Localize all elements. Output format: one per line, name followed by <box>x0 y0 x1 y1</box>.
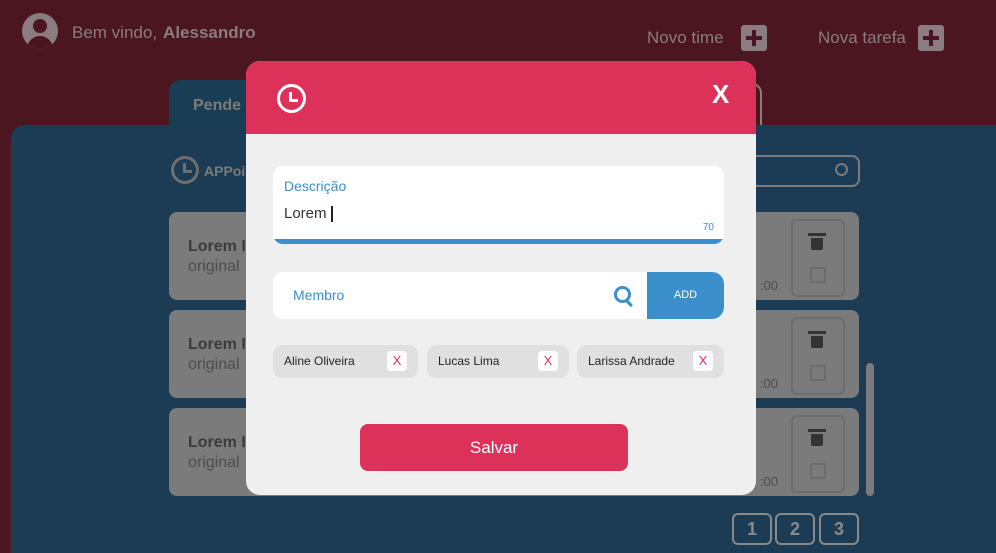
task-subtitle: original <box>188 258 240 275</box>
page-button-3[interactable]: 3 <box>819 513 859 545</box>
description-underline <box>273 239 724 244</box>
complete-checkbox[interactable] <box>810 365 826 381</box>
task-subtitle: original <box>188 356 240 373</box>
search-icon[interactable] <box>614 286 631 303</box>
trash-icon[interactable] <box>808 233 826 250</box>
save-button[interactable]: Salvar <box>360 424 628 471</box>
char-counter: 70 <box>702 222 714 233</box>
clock-logo-icon <box>171 156 199 184</box>
close-button[interactable]: X <box>712 79 729 110</box>
member-placeholder: Membro <box>293 287 345 303</box>
scrollbar[interactable] <box>866 363 874 496</box>
member-chip: Lucas Lima X <box>427 345 569 378</box>
task-time: :00 <box>759 278 778 293</box>
user-avatar-icon[interactable] <box>22 13 58 49</box>
welcome-text: Bem vindo, Alessandro <box>72 23 256 42</box>
complete-checkbox[interactable] <box>810 463 826 479</box>
task-search-input[interactable] <box>750 155 860 187</box>
modal-header: X <box>246 61 756 134</box>
description-label: Descrição <box>284 178 347 194</box>
member-name: Lucas Lima <box>438 354 500 368</box>
task-actions <box>791 317 845 395</box>
task-title: Lorem I <box>188 336 246 353</box>
complete-checkbox[interactable] <box>810 267 826 283</box>
page-button-2[interactable]: 2 <box>775 513 815 545</box>
member-chip: Larissa Andrade X <box>577 345 724 378</box>
remove-member-button[interactable]: X <box>387 351 407 371</box>
member-chip: Aline Oliveira X <box>273 345 418 378</box>
description-field[interactable]: Descrição Lorem 70 <box>273 166 724 244</box>
user-name: Alessandro <box>163 23 256 42</box>
remove-member-button[interactable]: X <box>538 351 558 371</box>
text-caret <box>330 206 333 223</box>
clock-icon <box>277 84 306 113</box>
app-name: APPoi <box>204 163 246 179</box>
page-button-1[interactable]: 1 <box>732 513 772 545</box>
remove-member-button[interactable]: X <box>693 351 713 371</box>
add-member-button[interactable]: ADD <box>647 272 724 319</box>
task-time: :00 <box>759 474 778 489</box>
new-task-plus-icon[interactable] <box>918 25 944 51</box>
member-name: Aline Oliveira <box>284 354 355 368</box>
trash-icon[interactable] <box>808 331 826 348</box>
task-title: Lorem I <box>188 434 246 451</box>
description-value: Lorem <box>284 205 327 222</box>
task-actions <box>791 415 845 493</box>
task-title: Lorem I <box>188 238 246 255</box>
task-time: :00 <box>759 376 778 391</box>
task-subtitle: original <box>188 454 240 471</box>
trash-icon[interactable] <box>808 429 826 446</box>
new-team-label[interactable]: Novo time <box>647 28 724 48</box>
search-icon <box>835 163 848 176</box>
task-actions <box>791 219 845 297</box>
new-task-modal: X Descrição Lorem 70 Membro ADD Aline Ol… <box>246 61 756 495</box>
member-name: Larissa Andrade <box>588 354 675 368</box>
member-search-input[interactable]: Membro <box>273 272 647 319</box>
new-task-label[interactable]: Nova tarefa <box>818 28 906 48</box>
new-team-plus-icon[interactable] <box>741 25 767 51</box>
description-input[interactable]: Lorem <box>284 205 333 223</box>
